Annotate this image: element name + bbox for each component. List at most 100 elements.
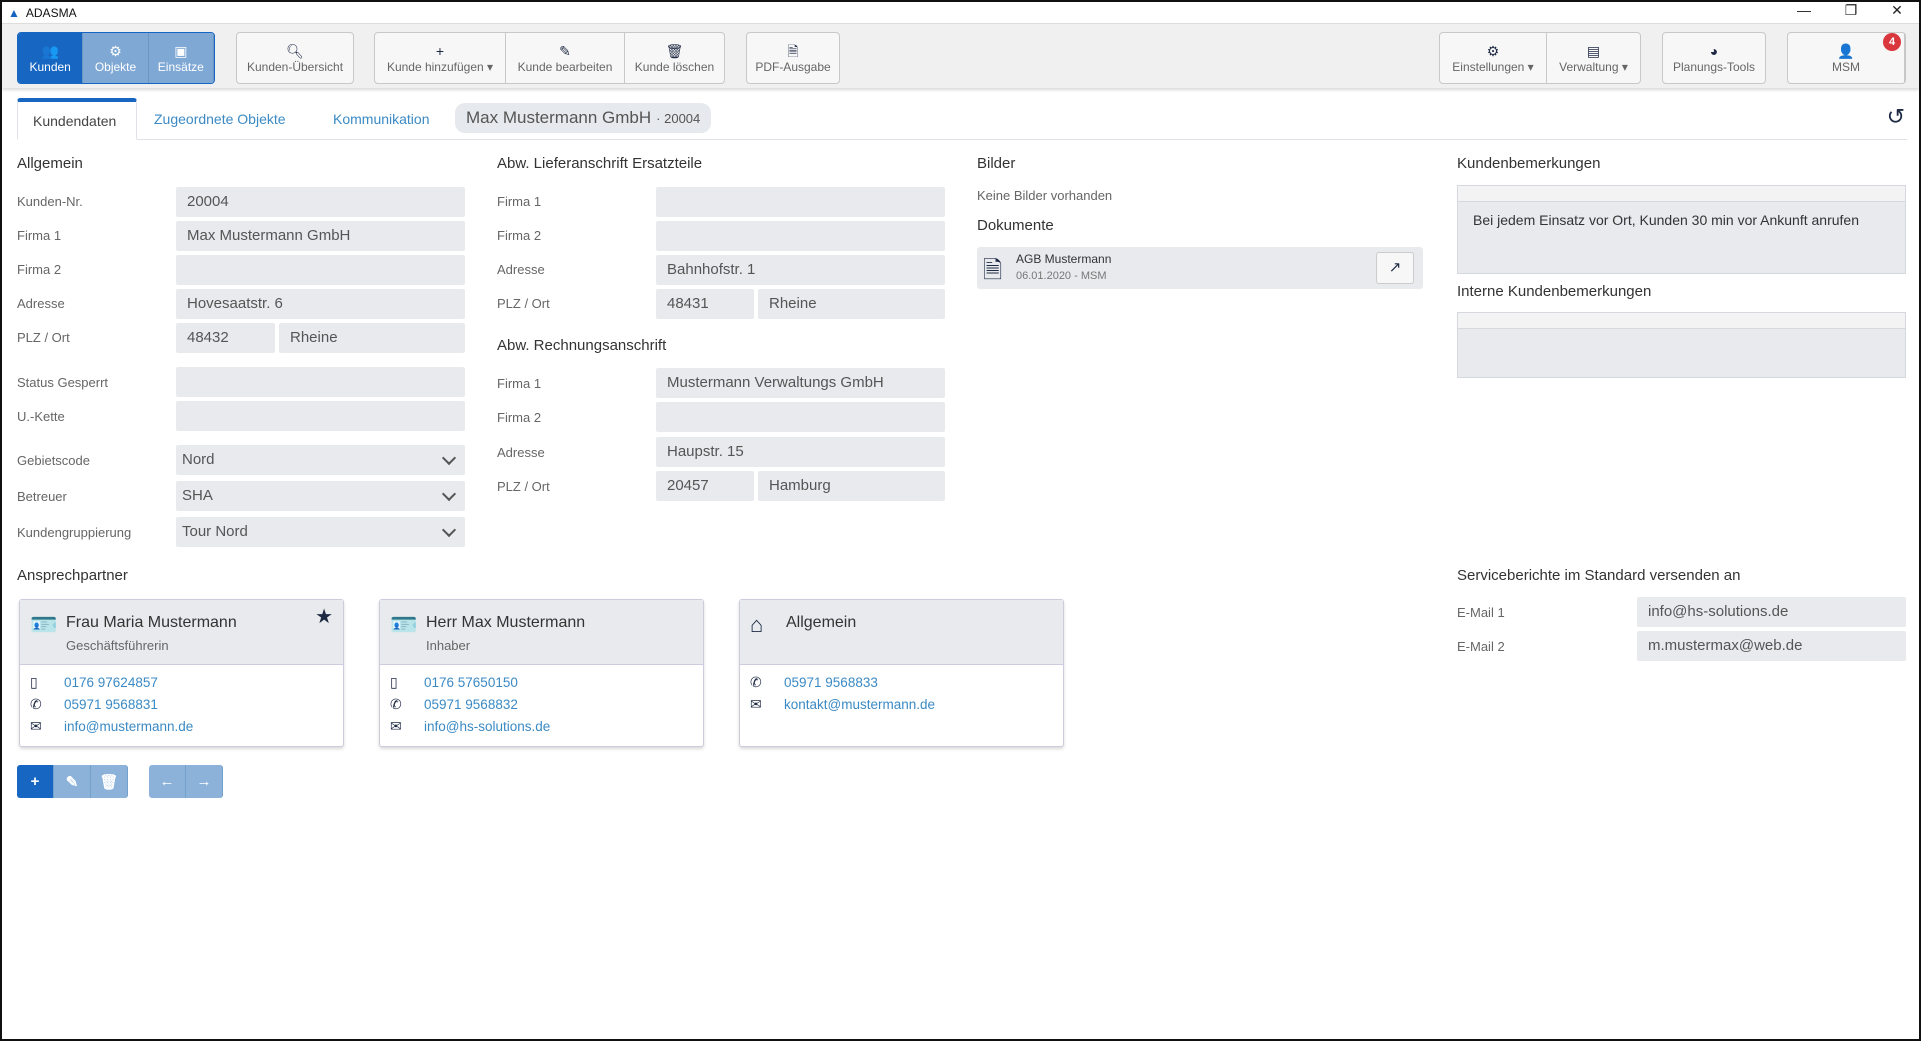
internal-remarks-box[interactable] xyxy=(1457,312,1906,378)
remarks-toolbar xyxy=(1458,186,1905,202)
minimize-icon[interactable]: — xyxy=(1789,2,1819,18)
add-customer-button[interactable]: + Kunde hinzufügen ▾ xyxy=(375,33,506,83)
mobile-link[interactable]: 0176 97624857 xyxy=(64,675,158,690)
adresse-field[interactable]: Hovesaatstr. 6 xyxy=(176,289,465,319)
gebietscode-select[interactable]: Nord xyxy=(176,445,465,475)
arrow-right-icon: → xyxy=(196,773,212,790)
move-left-button[interactable]: ← xyxy=(149,765,186,798)
billing-firma2-field[interactable] xyxy=(656,402,945,432)
email-link[interactable]: info@mustermann.de xyxy=(64,719,193,734)
firma2-field[interactable] xyxy=(176,255,465,285)
tab-bar: Kundendaten Zugeordnete Objekte Kommunik… xyxy=(17,98,1907,140)
customer-remarks-box[interactable]: Bei jedem Einsatz vor Ort, Kunden 30 min… xyxy=(1457,185,1906,274)
star-icon[interactable]: ★ xyxy=(315,604,333,629)
section-title-internal-remarks: Interne Kundenbemerkungen xyxy=(1457,283,1652,300)
label-plz-ort: PLZ / Ort xyxy=(17,330,70,345)
plz-field[interactable]: 48432 xyxy=(176,323,275,353)
pdf-group: 🗎 PDF-Ausgabe xyxy=(746,32,840,84)
envelope-icon: ✉ xyxy=(390,717,402,734)
document-name: AGB Mustermann xyxy=(1016,252,1112,266)
open-external-icon[interactable]: ↗ xyxy=(1376,252,1414,284)
tab-kommunikation[interactable]: Kommunikation xyxy=(318,98,445,140)
contact-card[interactable]: 🪪 Herr Max Mustermann Inhaber ▯ 0176 576501… xyxy=(379,599,704,747)
billing-firma1-field[interactable]: Mustermann Verwaltungs GmbH xyxy=(656,368,945,398)
phone-link[interactable]: 05971 9568833 xyxy=(784,675,878,690)
delete-customer-button[interactable]: 🗑︎ Kunde löschen xyxy=(625,33,724,83)
pdf-export-button[interactable]: 🗎 PDF-Ausgabe xyxy=(747,33,839,83)
delivery-adresse-field[interactable]: Bahnhofstr. 1 xyxy=(656,255,945,285)
status-field[interactable] xyxy=(176,367,465,397)
mobile-link[interactable]: 0176 57650150 xyxy=(424,675,518,690)
restore-icon[interactable]: ❐ xyxy=(1836,2,1866,19)
firma1-field[interactable]: Max Mustermann GmbH xyxy=(176,221,465,251)
delivery-plz-field[interactable]: 48431 xyxy=(656,289,754,319)
planning-tools-button[interactable]: ◕ Planungs-Tools xyxy=(1663,33,1765,83)
billing-ort-field[interactable]: Hamburg xyxy=(758,471,945,501)
label-email1: E-Mail 1 xyxy=(1457,605,1505,620)
label-email2: E-Mail 2 xyxy=(1457,639,1505,654)
contact-card[interactable]: ⌂ Allgemein ✆ 05971 9568833 ✉ kontakt@muste… xyxy=(739,599,1064,747)
phone-link[interactable]: 05971 9568831 xyxy=(64,697,158,712)
administration-button[interactable]: ▤ Verwaltung ▾ xyxy=(1547,33,1640,83)
planning-group: ◕ Planungs-Tools xyxy=(1662,32,1766,84)
contact-name: Allgemein xyxy=(786,614,857,631)
button-label: Kunde löschen xyxy=(634,60,715,74)
plus-icon: + xyxy=(435,43,445,59)
kunden-nr-field[interactable]: 20004 xyxy=(176,187,465,217)
section-title-general: Allgemein xyxy=(17,155,83,172)
user-cog-icon: 👤 xyxy=(1837,43,1855,59)
email-link[interactable]: info@hs-solutions.de xyxy=(424,719,550,734)
nav-einsaetze-button[interactable]: ▣ Einsätze xyxy=(148,33,214,83)
label-kette: U.-Kette xyxy=(17,409,65,424)
nav-objekte-button[interactable]: ⚙ Objekte xyxy=(83,33,149,83)
customer-overview-button[interactable]: 🔍︎ Kunden-Übersicht xyxy=(237,33,353,83)
toolbar: 👥 Kunden ⚙ Objekte ▣ Einsätze 🔍︎ Kunden-Über… xyxy=(2,23,1919,88)
kundengruppierung-select[interactable]: Tour Nord xyxy=(176,517,465,547)
button-label: MSM xyxy=(1832,60,1860,74)
move-right-button[interactable]: → xyxy=(186,765,223,798)
contact-card-icon: 🪪 xyxy=(390,612,418,637)
overview-group: 🔍︎ Kunden-Übersicht xyxy=(236,32,354,84)
internal-remarks-text xyxy=(1458,329,1905,343)
label-firma2: Firma 2 xyxy=(497,228,542,243)
contact-card[interactable]: 🪪 Frau Maria Mustermann Geschäftsführerin ★… xyxy=(19,599,344,747)
delivery-ort-field[interactable]: Rheine xyxy=(758,289,945,319)
trash-icon: 🗑︎ xyxy=(99,773,119,791)
edit-contact-button[interactable]: ✎ xyxy=(54,765,91,798)
betreuer-select[interactable]: SHA xyxy=(176,481,465,511)
delete-contact-button[interactable]: 🗑︎ xyxy=(91,765,128,798)
book-icon: ▤ xyxy=(1586,43,1601,59)
label-status: Status Gesperrt xyxy=(17,375,109,390)
trash-icon: 🗑︎ xyxy=(665,43,684,59)
label-firma1: Firma 1 xyxy=(17,228,62,243)
nav-label: Kunden xyxy=(29,60,71,74)
nav-kunden-button[interactable]: 👥 Kunden xyxy=(18,33,84,83)
tab-zugeordnete-objekte[interactable]: Zugeordnete Objekte xyxy=(139,98,301,140)
label-adresse: Adresse xyxy=(497,445,545,460)
title-bar: ▲ ADASMA — ❐ ✕ xyxy=(2,2,1919,23)
section-title-documents: Dokumente xyxy=(977,217,1054,234)
delivery-firma2-field[interactable] xyxy=(656,221,945,251)
history-icon[interactable]: ↺ xyxy=(1887,104,1905,130)
ort-field[interactable]: Rheine xyxy=(279,323,465,353)
close-icon[interactable]: ✕ xyxy=(1882,2,1912,19)
section-title-billing: Abw. Rechnungsanschrift xyxy=(497,337,667,354)
settings-button[interactable]: ⚙ Einstellungen ▾ xyxy=(1440,33,1547,83)
label-plz-ort: PLZ / Ort xyxy=(497,479,550,494)
delivery-firma1-field[interactable] xyxy=(656,187,945,217)
edit-customer-button[interactable]: ✎ Kunde bearbeiten xyxy=(506,33,625,83)
billing-adresse-field[interactable]: Haupstr. 15 xyxy=(656,437,945,467)
label-adresse: Adresse xyxy=(17,296,65,311)
tab-kundendaten[interactable]: Kundendaten xyxy=(17,98,137,140)
add-contact-button[interactable]: + xyxy=(17,765,54,798)
billing-plz-field[interactable]: 20457 xyxy=(656,471,754,501)
document-item[interactable]: 🗎 AGB Mustermann 06.01.2020 - MSM ↗ xyxy=(977,247,1423,289)
email-link[interactable]: kontakt@mustermann.de xyxy=(784,697,935,712)
kette-field[interactable] xyxy=(176,401,465,431)
service-email2-field[interactable]: m.mustermax@web.de xyxy=(1637,631,1906,661)
customer-actions-group: + Kunde hinzufügen ▾ ✎ Kunde bearbeiten 🗑︎… xyxy=(374,32,725,84)
button-label: PDF-Ausgabe xyxy=(755,60,831,74)
service-email1-field[interactable]: info@hs-solutions.de xyxy=(1637,597,1906,627)
phone-link[interactable]: 05971 9568832 xyxy=(424,697,518,712)
phone-icon: ✆ xyxy=(750,673,762,690)
